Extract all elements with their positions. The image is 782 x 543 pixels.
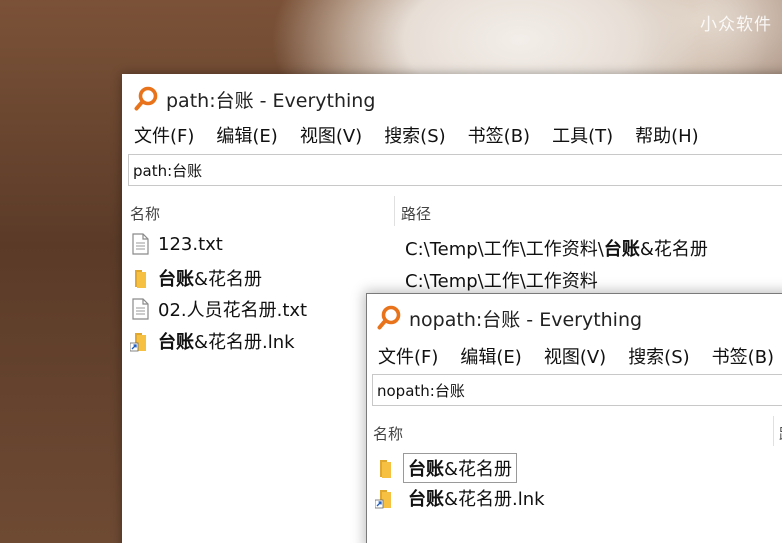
- file-name-rest: &花名册.lnk: [194, 332, 295, 353]
- menu-edit[interactable]: 编辑(E): [216, 122, 287, 148]
- column-header-path[interactable]: 路径: [401, 203, 431, 224]
- result-row[interactable]: 台账&花名册.lnk: [130, 328, 295, 354]
- menu-bar: 文件(F) 编辑(E) 视图(V) 搜索(S) 书签(B) 工具(T) 帮助(H…: [134, 122, 721, 148]
- file-name-rest: &花名册: [444, 459, 513, 480]
- magnifier-app-icon: [377, 305, 401, 330]
- file-name: 02.人员花名册.txt: [158, 296, 307, 322]
- file-path-text: C:\Temp\工作\工作资料: [405, 271, 598, 292]
- file-name-highlight: 台账: [158, 269, 194, 290]
- file-name: 台账&花名册.lnk: [158, 328, 295, 354]
- window-title: path:台账 - Everything: [166, 89, 376, 112]
- file-name-text: 02.人员花名册.txt: [158, 300, 308, 321]
- result-row[interactable]: 台账&花名册.lnk: [375, 485, 545, 511]
- file-path: C:\Temp\工作\工作资料: [405, 267, 598, 293]
- file-path: C:\Temp\工作\工作资料\台账&花名册: [405, 235, 708, 261]
- column-header-name[interactable]: 名称: [373, 423, 403, 444]
- column-divider[interactable]: [773, 416, 774, 446]
- menu-search[interactable]: 搜索(S): [384, 122, 455, 148]
- file-path-highlight: 台账: [603, 239, 640, 260]
- menu-view[interactable]: 视图(V): [544, 343, 616, 369]
- text-file-icon: [132, 298, 149, 320]
- menu-edit[interactable]: 编辑(E): [460, 343, 531, 369]
- folder-shortcut-icon: [130, 333, 146, 352]
- column-header-name[interactable]: 名称: [130, 203, 160, 224]
- menu-bookmarks[interactable]: 书签(B): [712, 343, 782, 369]
- folder-icon: [135, 270, 146, 288]
- menu-help[interactable]: 帮助(H): [635, 122, 709, 148]
- search-input[interactable]: path:台账: [128, 154, 782, 186]
- result-row-selected[interactable]: 台账&花名册: [375, 453, 518, 483]
- title-bar[interactable]: path:台账 - Everything: [134, 84, 375, 114]
- menu-file[interactable]: 文件(F): [378, 343, 448, 369]
- file-name: 台账&花名册: [403, 453, 518, 483]
- result-row[interactable]: 02.人员花名册.txt: [130, 296, 307, 322]
- text-file-icon: [132, 233, 149, 255]
- file-name: 台账&花名册.lnk: [403, 485, 545, 511]
- file-name-highlight: 台账: [408, 489, 444, 510]
- title-bar[interactable]: nopath:台账 - Everything: [377, 303, 642, 333]
- file-name-text: 123.txt: [158, 233, 223, 255]
- menu-bookmarks[interactable]: 书签(B): [468, 122, 540, 148]
- file-name-rest: &花名册.lnk: [444, 489, 545, 510]
- watermark: 小众软件: [700, 15, 772, 35]
- file-name-rest: &花名册: [194, 269, 263, 290]
- search-input-value: nopath:台账: [377, 381, 465, 400]
- file-name-highlight: 台账: [158, 332, 194, 353]
- menu-bar: 文件(F) 编辑(E) 视图(V) 搜索(S) 书签(B): [378, 343, 782, 369]
- file-path-rest: &花名册: [639, 239, 708, 260]
- search-input[interactable]: nopath:台账: [372, 374, 782, 406]
- window-title: nopath:台账 - Everything: [409, 308, 643, 331]
- folder-icon: [380, 460, 391, 478]
- menu-search[interactable]: 搜索(S): [628, 343, 699, 369]
- result-row[interactable]: 台账&花名册: [130, 265, 262, 291]
- file-name: 123.txt: [158, 234, 223, 255]
- menu-tools[interactable]: 工具(T): [552, 122, 623, 148]
- menu-file[interactable]: 文件(F): [134, 122, 204, 148]
- menu-view[interactable]: 视图(V): [300, 122, 372, 148]
- result-row[interactable]: 123.txt: [130, 233, 223, 255]
- magnifier-app-icon: [134, 86, 158, 111]
- file-name: 台账&花名册: [158, 265, 262, 291]
- file-name-highlight: 台账: [408, 459, 444, 480]
- folder-shortcut-icon: [375, 490, 391, 509]
- column-divider[interactable]: [394, 196, 395, 226]
- search-input-value: path:台账: [133, 161, 203, 180]
- file-path-text: C:\Temp\工作\工作资料\: [405, 239, 604, 260]
- everything-window-nopath[interactable]: nopath:台账 - Everything 文件(F) 编辑(E) 视图(V)…: [366, 293, 782, 543]
